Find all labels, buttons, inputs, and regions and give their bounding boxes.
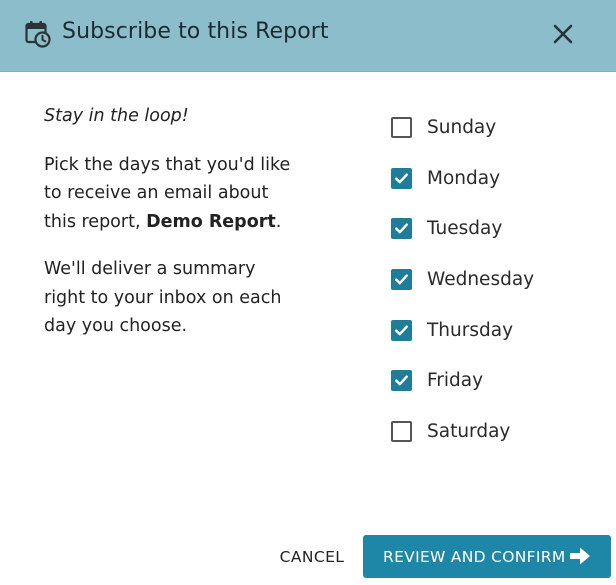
calendar-clock-icon [25, 20, 51, 48]
intro-lead: Stay in the loop! [44, 106, 189, 126]
day-checkbox-list: Sunday Monday Tuesday Wednesday Thursday… [391, 102, 611, 457]
checkmark-icon [395, 223, 408, 234]
checkmark-icon [395, 172, 408, 183]
cancel-button[interactable]: CANCEL [270, 537, 354, 577]
day-label: Sunday [427, 116, 497, 138]
day-checkbox[interactable] [391, 420, 412, 442]
intro-paragraph-1-suffix: . [275, 211, 282, 232]
checkmark-icon [395, 324, 408, 335]
day-checkbox[interactable] [391, 319, 412, 341]
day-label: Friday [427, 370, 484, 392]
intro-paragraph-1: Pick the days that you'd like to receive… [44, 151, 294, 237]
intro-text: Stay in the loop! Pick the days that you… [44, 102, 294, 360]
close-button[interactable] [548, 19, 578, 49]
day-option-sunday[interactable]: Sunday [391, 102, 611, 153]
day-option-tuesday[interactable]: Tuesday [391, 203, 611, 254]
day-checkbox[interactable] [391, 218, 412, 240]
close-icon [553, 24, 573, 44]
intro-paragraph-2: We'll deliver a summary right to your in… [44, 259, 282, 336]
day-label: Thursday [427, 319, 514, 341]
day-checkbox[interactable] [391, 268, 412, 290]
dialog-title: Subscribe to this Report [62, 19, 329, 44]
checkmark-icon [395, 274, 408, 285]
dialog-header: Subscribe to this Report [0, 0, 616, 72]
day-option-friday[interactable]: Friday [391, 355, 611, 406]
report-name: Demo Report [146, 211, 276, 232]
day-label: Monday [427, 167, 501, 189]
confirm-button-label: REVIEW AND CONFIRM [383, 547, 566, 566]
subscribe-dialog: Subscribe to this Report Stay in the loo… [0, 0, 616, 585]
day-option-monday[interactable]: Monday [391, 153, 611, 204]
day-checkbox[interactable] [391, 167, 412, 189]
review-and-confirm-button[interactable]: REVIEW AND CONFIRM [363, 535, 611, 578]
day-label: Saturday [427, 420, 511, 442]
day-checkbox[interactable] [391, 116, 412, 138]
day-label: Wednesday [427, 268, 535, 290]
day-label: Tuesday [427, 218, 503, 240]
day-option-wednesday[interactable]: Wednesday [391, 254, 611, 305]
day-option-saturday[interactable]: Saturday [391, 406, 611, 457]
day-option-thursday[interactable]: Thursday [391, 305, 611, 356]
day-checkbox[interactable] [391, 370, 412, 392]
checkmark-icon [395, 375, 408, 386]
arrow-right-icon [570, 547, 590, 565]
